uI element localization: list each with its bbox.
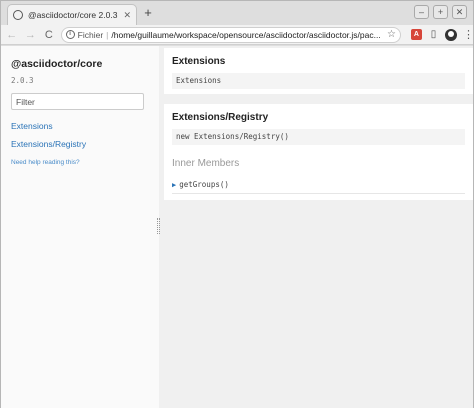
section-extensions-registry: Extensions/Registry new Extensions/Regis…: [164, 104, 473, 200]
maximize-button[interactable]: +: [433, 5, 448, 19]
close-window-button[interactable]: ✕: [452, 5, 467, 19]
address-bar[interactable]: i Fichier | /home/guillaume/workspace/op…: [60, 26, 401, 43]
info-icon[interactable]: i: [65, 30, 75, 39]
nav-link-extensions[interactable]: Extensions: [11, 121, 149, 131]
browser-tab[interactable]: @asciidoctor/core 2.0.3 | D ✕: [7, 4, 137, 25]
bookmark-star-icon[interactable]: ☆: [387, 29, 396, 40]
sidebar: @asciidoctor/core 2.0.3 Extensions Exten…: [1, 46, 159, 408]
browser-menu-icon[interactable]: ⋮: [463, 29, 474, 41]
section-title: Extensions: [172, 56, 226, 67]
profile-avatar-icon[interactable]: [445, 28, 457, 41]
nav-link-extensions-registry[interactable]: Extensions/Registry: [11, 139, 149, 149]
new-tab-button[interactable]: +: [141, 6, 155, 20]
forward-button[interactable]: →: [23, 27, 39, 43]
window-controls: – + ✕: [414, 5, 467, 19]
filter-input[interactable]: [11, 93, 144, 110]
inner-members-heading: Inner Members: [172, 158, 240, 169]
url-text[interactable]: /home/guillaume/workspace/opensource/asc…: [111, 30, 384, 40]
close-tab-icon[interactable]: ✕: [123, 10, 131, 21]
expand-triangle-icon[interactable]: ▶: [172, 181, 176, 189]
url-separator: |: [106, 29, 109, 40]
code-signature: new Extensions/Registry(): [172, 129, 465, 145]
browser-window: @asciidoctor/core 2.0.3 | D ✕ + – + ✕ ← …: [0, 0, 474, 408]
reload-button[interactable]: C: [41, 27, 57, 43]
page-viewport: @asciidoctor/core 2.0.3 Extensions Exten…: [1, 46, 473, 408]
extension-puzzle-icon[interactable]: ▯: [428, 29, 440, 41]
back-button[interactable]: ←: [4, 27, 20, 43]
section-extensions: Extensions Extensions: [164, 48, 473, 94]
help-link[interactable]: Need help reading this?: [11, 159, 149, 166]
minimize-button[interactable]: –: [414, 5, 429, 19]
member-item[interactable]: ▶ getGroups(): [172, 180, 465, 194]
package-name: @asciidoctor/core: [11, 58, 103, 70]
code-signature: Extensions: [172, 73, 465, 89]
nav-list: Extensions Extensions/Registry: [11, 121, 149, 149]
section-title: Extensions/Registry: [172, 112, 269, 123]
package-version: 2.0.3: [11, 76, 34, 85]
tab-title: @asciidoctor/core 2.0.3 | D: [28, 10, 121, 20]
sidebar-resize-handle[interactable]: [157, 218, 160, 234]
tab-strip: @asciidoctor/core 2.0.3 | D ✕ + – + ✕: [1, 1, 473, 25]
main-content: Extensions Extensions Extensions/Registr…: [164, 46, 473, 408]
browser-toolbar: ← → C i Fichier | /home/guillaume/worksp…: [1, 25, 474, 45]
globe-icon: [13, 10, 23, 20]
member-label[interactable]: getGroups(): [179, 180, 229, 189]
extension-icon[interactable]: A: [411, 29, 422, 40]
scheme-label: Fichier: [77, 29, 104, 40]
